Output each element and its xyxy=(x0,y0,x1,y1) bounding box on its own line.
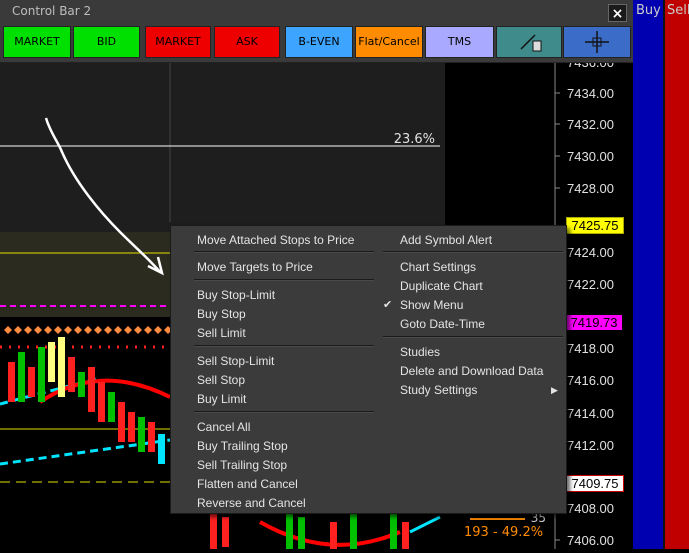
buy-label: Buy xyxy=(636,3,661,18)
market-button[interactable]: MARKET xyxy=(145,26,211,58)
ask-button[interactable]: ASK xyxy=(214,26,280,58)
price-axis-label: 7424.00 xyxy=(567,245,614,260)
candle xyxy=(390,512,397,549)
menu-item-sell-trailing-stop[interactable]: Sell Trailing Stop xyxy=(197,458,287,472)
buy-panel[interactable]: Buy xyxy=(633,0,663,549)
b-even-button[interactable]: B-EVEN xyxy=(285,26,353,58)
menu-item-chart-settings[interactable]: Chart Settings xyxy=(400,260,476,274)
candle xyxy=(58,337,65,397)
menu-item-buy-stop-limit[interactable]: Buy Stop-Limit xyxy=(197,288,275,302)
price-axis-label: 7422.00 xyxy=(567,277,614,292)
chart-band xyxy=(0,232,170,317)
price-axis-label: 7436.00 xyxy=(567,62,614,70)
candle xyxy=(88,367,95,412)
price-tag-magenta: 7419.73 xyxy=(566,315,622,330)
price-axis-label: 7418.00 xyxy=(567,341,614,356)
candle xyxy=(98,382,105,422)
chart-tool-icon xyxy=(520,34,542,52)
price-tag-yellow: 7425.75 xyxy=(566,217,624,234)
menu-separator xyxy=(194,345,374,347)
candle xyxy=(138,417,145,452)
fib-label: 23.6% xyxy=(394,132,435,147)
context-menu: Move Attached Stops to Price Move Targets… xyxy=(170,225,567,514)
candle xyxy=(78,372,85,397)
sell-panel[interactable]: Sell xyxy=(665,0,689,549)
price-axis-label: 7430.00 xyxy=(567,149,614,164)
chart-bg-top xyxy=(0,62,445,232)
menu-item-sell-stop-limit[interactable]: Sell Stop-Limit xyxy=(197,354,274,368)
candle xyxy=(222,517,229,547)
price-axis-label: 7428.00 xyxy=(567,181,614,196)
candle xyxy=(38,347,45,402)
menu-item-buy-trailing-stop[interactable]: Buy Trailing Stop xyxy=(197,439,288,453)
price-axis-label: 7434.00 xyxy=(567,86,614,101)
menu-separator xyxy=(383,251,563,253)
bid-button[interactable]: BID xyxy=(73,26,140,58)
orange-diamond-markers xyxy=(4,326,172,334)
candle xyxy=(298,517,305,549)
menu-item-add-symbol-alert[interactable]: Add Symbol Alert xyxy=(400,233,492,247)
menu-item-study-settings[interactable]: Study Settings xyxy=(400,383,477,397)
candle xyxy=(118,402,125,442)
candle xyxy=(8,362,15,402)
menu-item-cancel-all[interactable]: Cancel All xyxy=(197,420,250,434)
price-tag-white: 7409.75 xyxy=(566,475,624,492)
crosshair-icon xyxy=(585,31,609,53)
menu-item-move-targets-to-price[interactable]: Move Targets to Price xyxy=(197,260,313,274)
price-axis-label: 7416.00 xyxy=(567,373,614,388)
control-bar-title: Control Bar 2 xyxy=(12,4,92,18)
candle xyxy=(18,352,25,402)
menu-item-buy-stop[interactable]: Buy Stop xyxy=(197,307,246,321)
candle xyxy=(330,522,337,549)
price-axis-label: 7412.00 xyxy=(567,438,614,453)
menu-item-duplicate-chart[interactable]: Duplicate Chart xyxy=(400,279,483,293)
menu-item-move-attached-stops-to-price[interactable]: Move Attached Stops to Price xyxy=(197,233,354,247)
candle xyxy=(68,357,75,392)
control-bar-window: Control Bar 2 × MARKET BID MARKET ASK B-EVEN… xyxy=(0,0,633,63)
menu-item-flatten-and-cancel[interactable]: Flatten and Cancel xyxy=(197,477,298,491)
menu-item-sell-stop[interactable]: Sell Stop xyxy=(197,373,245,387)
checkmark-icon: ✔ xyxy=(383,299,393,311)
overlay-stat: 193 - 49.2% xyxy=(464,525,543,540)
price-axis-label: 7414.00 xyxy=(567,406,614,421)
menu-separator xyxy=(383,336,563,338)
candle xyxy=(28,367,35,397)
submenu-arrow-icon: ▶ xyxy=(551,385,558,395)
menu-item-studies[interactable]: Studies xyxy=(400,345,440,359)
candle xyxy=(158,434,165,464)
menu-item-buy-limit[interactable]: Buy Limit xyxy=(197,392,246,406)
menu-item-reverse-and-cancel[interactable]: Reverse and Cancel xyxy=(197,496,306,510)
chart-tool-button[interactable] xyxy=(496,26,562,58)
price-axis-label: 7406.00 xyxy=(567,533,614,548)
crosshair-button[interactable] xyxy=(563,26,631,58)
candle xyxy=(128,412,135,442)
menu-item-delete-and-download-data[interactable]: Delete and Download Data xyxy=(400,364,543,378)
flat-cancel-button[interactable]: Flat/Cancel xyxy=(355,26,423,58)
sell-label: Sell xyxy=(667,3,689,18)
candle xyxy=(286,512,293,549)
candle xyxy=(148,422,155,452)
close-button[interactable]: × xyxy=(608,4,627,22)
menu-separator xyxy=(194,411,374,413)
menu-item-goto-date-time[interactable]: Goto Date-Time xyxy=(400,317,485,331)
candle xyxy=(402,522,409,549)
menu-item-sell-limit[interactable]: Sell Limit xyxy=(197,326,246,340)
tms-button[interactable]: TMS xyxy=(425,26,494,58)
candle xyxy=(48,342,55,382)
menu-item-show-menu[interactable]: Show Menu xyxy=(400,298,463,312)
candle xyxy=(210,514,217,549)
market-button[interactable]: MARKET xyxy=(3,26,71,58)
candle xyxy=(108,392,115,422)
price-axis-label: 7408.00 xyxy=(567,501,614,516)
price-axis-label: 7432.00 xyxy=(567,117,614,132)
menu-separator xyxy=(194,251,374,253)
candle xyxy=(350,514,357,549)
menu-separator xyxy=(194,279,374,281)
